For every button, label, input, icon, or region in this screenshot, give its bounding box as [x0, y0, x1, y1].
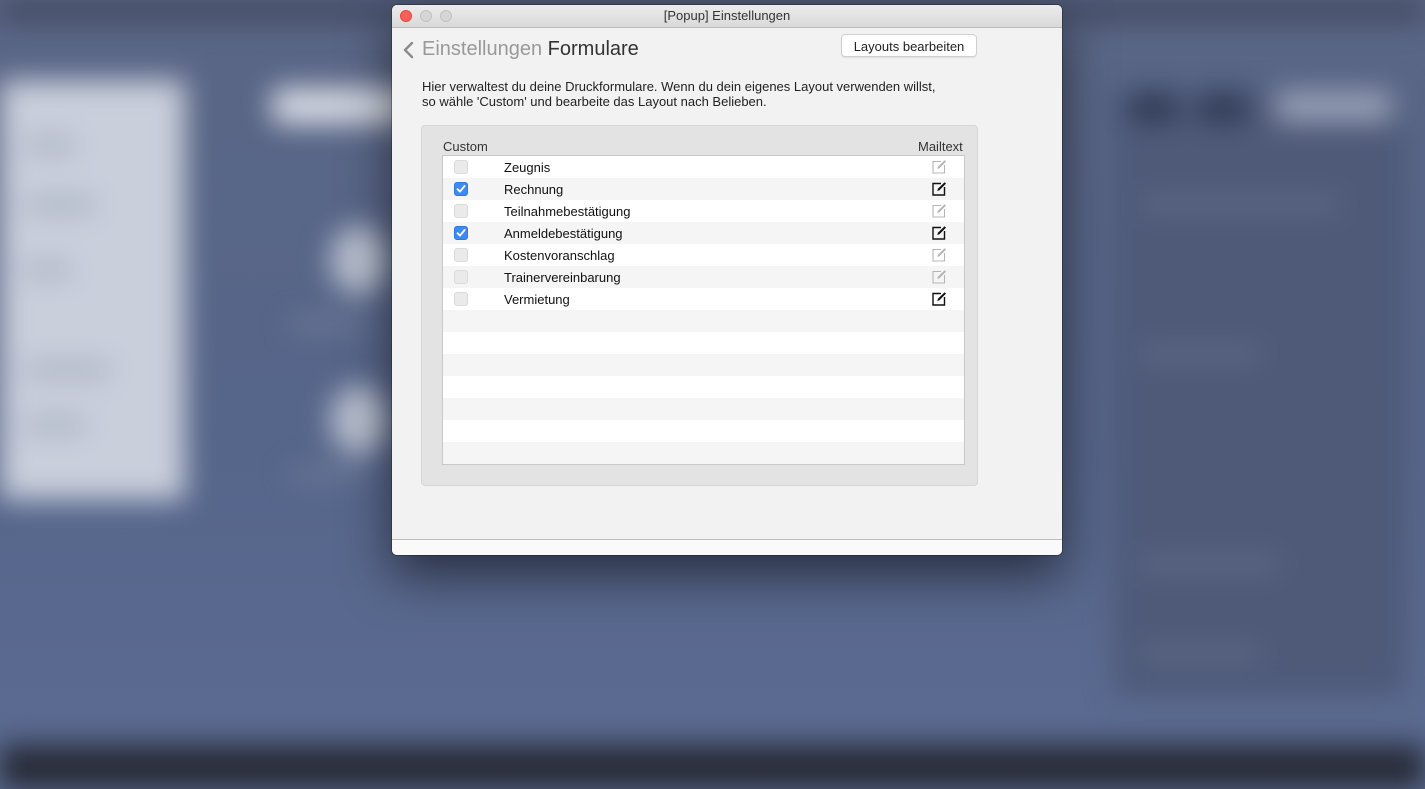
empty-table-row — [443, 354, 964, 376]
empty-table-row — [443, 376, 964, 398]
form-name: Anmeldebestätigung — [504, 226, 623, 241]
column-header-custom: Custom — [443, 139, 488, 154]
breadcrumb-parent[interactable]: Einstellungen — [422, 38, 542, 60]
form-name: Trainervereinbarung — [504, 270, 621, 285]
page-title: Einstellungen Formulare — [422, 38, 639, 61]
edit-note-icon[interactable] — [931, 203, 947, 219]
form-name: Teilnahmebestätigung — [504, 204, 631, 219]
table-row[interactable]: Zeugnis — [443, 156, 964, 178]
table-row[interactable]: Rechnung — [443, 178, 964, 200]
empty-table-row — [443, 398, 964, 420]
table-row[interactable]: Vermietung — [443, 288, 964, 310]
edit-note-icon[interactable] — [931, 269, 947, 285]
table-row[interactable]: Trainervereinbarung — [443, 266, 964, 288]
form-name: Vermietung — [504, 292, 570, 307]
empty-table-row — [443, 442, 964, 464]
edit-note-icon[interactable] — [931, 181, 947, 197]
edit-note-icon[interactable] — [931, 159, 947, 175]
bottom-bar — [392, 540, 1062, 555]
forms-table: Zeugnis Rechnung Teilnahmebestätigung Anmel… — [442, 155, 965, 465]
description-line-1: Hier verwaltest du deine Druckformulare.… — [422, 79, 936, 94]
empty-table-row — [443, 420, 964, 442]
custom-checkbox[interactable] — [454, 160, 468, 174]
settings-popup-window: [Popup] Einstellungen Einstellungen Form… — [392, 5, 1062, 555]
custom-checkbox[interactable] — [454, 248, 468, 262]
custom-checkbox[interactable] — [454, 292, 468, 306]
description-line-2: so wähle 'Custom' und bearbeite das Layo… — [422, 94, 767, 109]
table-row[interactable]: Teilnahmebestätigung — [443, 200, 964, 222]
form-name: Kostenvoranschlag — [504, 248, 615, 263]
edit-layouts-button[interactable]: Layouts bearbeiten — [841, 34, 977, 57]
table-row[interactable]: Anmeldebestätigung — [443, 222, 964, 244]
column-header-mailtext: Mailtext — [918, 139, 963, 154]
edit-note-icon[interactable] — [931, 225, 947, 241]
form-name: Rechnung — [504, 182, 564, 197]
custom-checkbox[interactable] — [454, 226, 468, 240]
description-text: Hier verwaltest du deine Druckformulare.… — [422, 79, 962, 109]
edit-note-icon[interactable] — [931, 291, 947, 307]
custom-checkbox[interactable] — [454, 270, 468, 284]
custom-checkbox[interactable] — [454, 204, 468, 218]
empty-table-row — [443, 332, 964, 354]
custom-checkbox[interactable] — [454, 182, 468, 196]
edit-note-icon[interactable] — [931, 247, 947, 263]
title-bar[interactable]: [Popup] Einstellungen — [392, 5, 1062, 28]
table-row[interactable]: Kostenvoranschlag — [443, 244, 964, 266]
form-name: Zeugnis — [504, 160, 551, 175]
breadcrumb-current: Formulare — [547, 38, 639, 60]
empty-table-row — [443, 310, 964, 332]
chevron-left-icon[interactable] — [400, 41, 418, 59]
window-title: [Popup] Einstellungen — [663, 8, 791, 23]
